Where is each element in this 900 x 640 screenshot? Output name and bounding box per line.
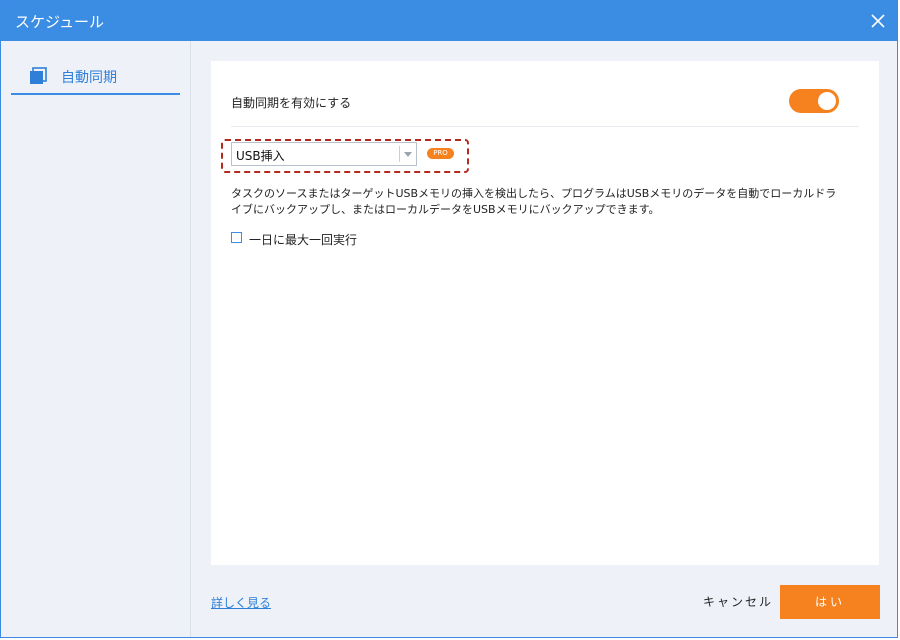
once-per-day-label: 一日に最大一回実行 (249, 233, 358, 247)
ok-button[interactable]: はい (780, 585, 880, 619)
select-separator (399, 146, 400, 162)
window-title: スケジュール (15, 13, 104, 31)
cancel-button[interactable]: キャンセル (697, 585, 779, 619)
sidebar-item-auto-sync[interactable]: 自動同期 (11, 57, 180, 95)
sidebar: 自動同期 (1, 41, 191, 637)
trigger-select[interactable]: USB挿入 (231, 142, 417, 166)
chevron-down-icon (404, 152, 412, 157)
enable-auto-sync-label: 自動同期を有効にする (231, 96, 352, 110)
pro-badge: PRO (427, 148, 454, 159)
learn-more-link[interactable]: 詳しく見る (211, 594, 271, 611)
toggle-knob (818, 92, 836, 110)
sidebar-item-label: 自動同期 (61, 70, 117, 86)
settings-panel: 自動同期を有効にする USB挿入 PRO タスクのソースまたはターゲットUSBメ… (211, 61, 879, 565)
schedule-dialog: スケジュール 自動同期 自動同期を有効にする USB挿入 PRO タスクのソース… (0, 0, 898, 638)
enable-auto-sync-toggle[interactable] (789, 89, 839, 113)
close-icon (871, 14, 885, 28)
copy-icon (30, 67, 47, 84)
divider (231, 126, 859, 127)
once-per-day-checkbox[interactable] (231, 232, 242, 243)
title-bar: スケジュール (1, 1, 897, 41)
trigger-select-value: USB挿入 (236, 149, 285, 163)
trigger-description: タスクのソースまたはターゲットUSBメモリの挿入を検出したら、プログラムはUSB… (231, 187, 837, 216)
close-button[interactable] (865, 8, 891, 34)
